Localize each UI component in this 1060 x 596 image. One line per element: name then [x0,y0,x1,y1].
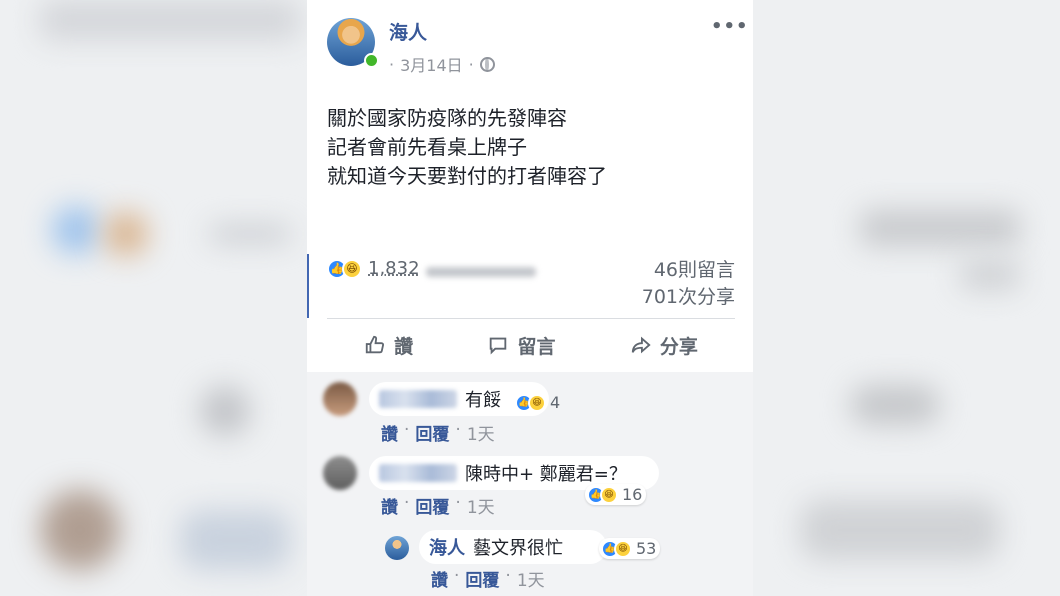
comment-like-link[interactable]: 讚 [381,420,398,445]
share-button[interactable]: 分享 [630,332,698,359]
comment-reply-link[interactable]: 回覆 [415,420,449,445]
separator: · [455,493,461,513]
reactions-count[interactable]: 1,832 [368,258,420,279]
separator: · [454,566,460,586]
share-label: 分享 [659,335,698,358]
facebook-post: 海人 · 3月14日 · ••• 關於國家防疫隊的先發陣容 記者會前先看桌上牌子… [307,0,753,596]
comment-time[interactable]: 1天 [467,420,495,445]
separator: · [505,566,511,586]
meta-separator: · [389,54,395,74]
separator: · [455,420,461,440]
post-body-line: 關於國家防疫隊的先發陣容 [327,106,567,130]
post-body-line: 記者會前先看桌上牌子 [327,135,527,159]
online-status-dot [364,53,379,68]
reactions-summary[interactable]: 👍 😆 1,832 [327,258,536,279]
comment-time[interactable]: 1天 [467,493,495,518]
post-body: 關於國家防疫隊的先發陣容 記者會前先看桌上牌子 就知道今天要對付的打者陣容了 [327,104,607,191]
post-meta: · 3月14日 · [389,52,495,76]
more-options-icon[interactable]: ••• [711,16,749,37]
post-author-name[interactable]: 海人 [389,18,427,45]
separator: · [404,493,410,513]
comment-actions: 讚 · 回覆 · 1天 [381,493,495,518]
share-arrow-icon [631,336,651,354]
reply-reply-link[interactable]: 回覆 [465,566,499,591]
reply-time[interactable]: 1天 [517,566,545,591]
comment-actions: 讚 · 回覆 · 1天 [381,420,495,445]
like-label: 讚 [394,335,414,358]
reply-author-avatar[interactable] [385,536,409,560]
separator: · [404,420,410,440]
haha-icon: 😆 [614,539,632,558]
reply-like-link[interactable]: 讚 [431,566,448,591]
reply-text: 藝文界很忙 [473,538,563,559]
shares-count[interactable]: 701次分享 [642,284,735,311]
left-accent-bar [307,254,309,318]
comment-label: 留言 [517,335,556,358]
blurred-names [425,266,536,277]
comment-reaction-count: 4 [550,393,561,412]
reply-reactions[interactable]: 👍 😆 53 [599,538,661,559]
comment-like-link[interactable]: 讚 [381,493,398,518]
blurred-commenter-name[interactable] [379,464,457,482]
haha-icon: 😆 [600,485,618,504]
comment-reply-link[interactable]: 回覆 [415,493,449,518]
reply-reaction-count: 53 [636,539,657,558]
haha-icon: 😆 [528,393,546,412]
comment-icon [490,337,507,355]
post-actions: 讚 留言 分享 [327,323,735,367]
commenter-avatar[interactable] [323,456,357,490]
reply-author-name[interactable]: 海人 [429,534,465,560]
comments-count[interactable]: 46則留言 [642,257,735,284]
reply-bubble: 海人 藝文界很忙 [419,530,607,564]
commenter-avatar[interactable] [323,382,357,416]
haha-icon: 😆 [342,258,362,279]
meta-separator-2: · [468,54,474,74]
divider [327,318,735,319]
post-body-line: 就知道今天要對付的打者陣容了 [327,164,607,188]
comment-reaction-count: 16 [622,485,643,504]
blurred-commenter-name[interactable] [379,390,457,408]
comment-button[interactable]: 留言 [487,332,556,359]
like-button[interactable]: 讚 [364,332,413,359]
globe-icon [479,56,495,72]
thumbs-up-icon [365,335,385,354]
reply-actions: 讚 · 回覆 · 1天 [431,566,545,591]
comments-section: 有餒 👍 😆 4 讚 · 回覆 · 1天 陳時中+ 鄭麗君=？ 👍 😆 16 讚… [307,372,753,596]
comment-text: 有餒 [465,390,501,411]
post-date[interactable]: 3月14日 [400,52,463,76]
comment-text: 陳時中+ 鄭麗君=？ [465,464,627,485]
comment-reactions[interactable]: 👍 😆 16 [585,484,647,505]
engagement-counts: 46則留言 701次分享 [642,257,735,311]
comment-reactions[interactable]: 👍 😆 4 [513,392,564,413]
